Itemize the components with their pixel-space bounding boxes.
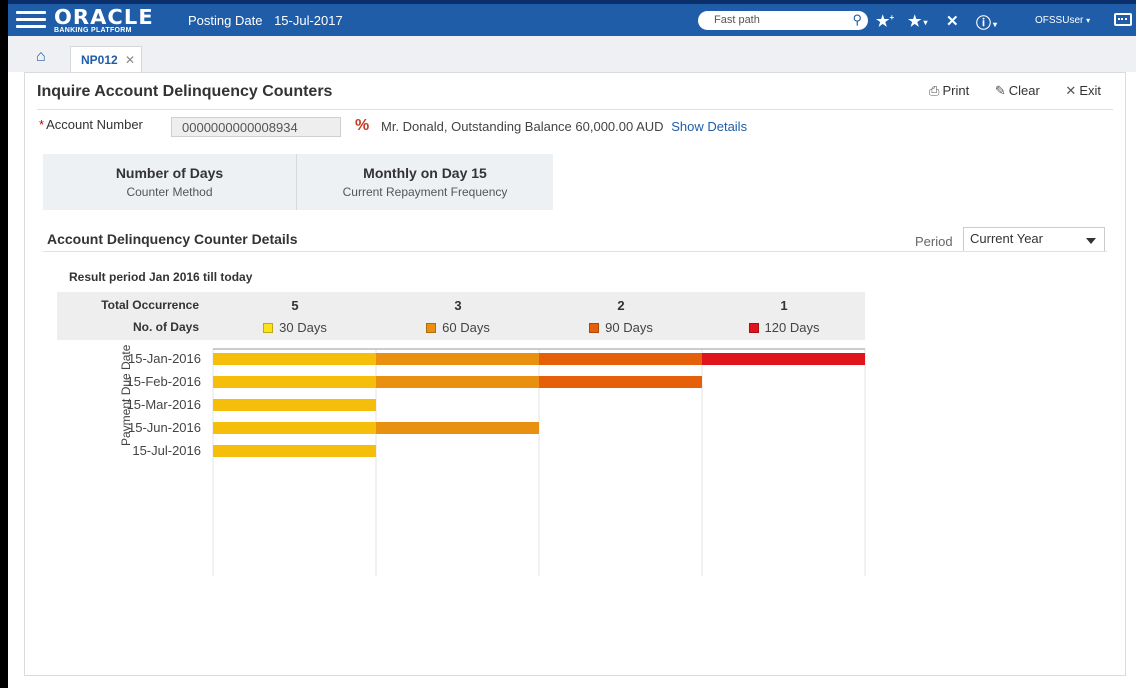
chevron-down-icon — [1086, 238, 1096, 244]
page-title: Inquire Account Delinquency Counters — [37, 83, 333, 100]
legend-label: 60 Days — [442, 320, 490, 335]
account-number-label: Account Number — [46, 117, 143, 132]
bar-segment[interactable] — [702, 353, 865, 365]
period-select[interactable]: Current Year — [963, 227, 1105, 252]
favorites-icon[interactable]: ★ ▾ — [908, 12, 927, 30]
bar-segment[interactable] — [376, 353, 539, 365]
section-divider — [43, 251, 1107, 252]
bar-segment[interactable] — [213, 422, 376, 434]
repayment-frequency-value: Monthly on Day 15 — [363, 165, 487, 181]
account-description: Mr. Donald, Outstanding Balance 60,000.0… — [381, 119, 747, 134]
bar-segment[interactable] — [213, 445, 376, 457]
y-tick-label: 15-Feb-2016 — [127, 374, 201, 389]
tab-close-icon[interactable]: ✕ — [125, 53, 135, 67]
occurrence-count-120: 1 — [780, 298, 788, 313]
chart-svg: 15-Jan-2016 15-Feb-2016 15-Mar-2016 15-Jun-… — [127, 348, 866, 576]
posting-date-label: Posting Date — [188, 13, 263, 28]
bar-segment[interactable] — [213, 399, 376, 411]
title-divider — [37, 109, 1113, 110]
eraser-icon: ✎ — [994, 83, 1006, 98]
tab-np012[interactable]: NP012 ✕ — [70, 46, 142, 72]
tab-strip: ⌂ NP012 ✕ — [8, 36, 1136, 72]
user-menu[interactable]: OFSSUser ▾ — [1035, 15, 1090, 26]
counter-method-value: Number of Days — [115, 165, 224, 181]
repayment-frequency-label: Current Repayment Frequency — [342, 185, 508, 199]
legend-label: 120 Days — [764, 320, 820, 335]
main-panel: Inquire Account Delinquency Counters ⎙ Pr… — [24, 72, 1126, 676]
counter-method-label: Counter Method — [126, 185, 213, 199]
bar-segment[interactable] — [539, 353, 702, 365]
home-icon[interactable]: ⌂ — [36, 48, 46, 66]
print-button[interactable]: ⎙ Print — [929, 83, 969, 99]
period-value: Current Year — [970, 231, 1043, 246]
legend-item-120: 120 Days — [703, 320, 865, 335]
account-summary: Mr. Donald, Outstanding Balance 60,000.0… — [381, 119, 664, 134]
occurrence-count-90: 2 — [617, 298, 625, 313]
legend-swatch — [263, 323, 274, 333]
occurrence-summary: Total Occurrence No. of Days 5 3 2 1 30 … — [57, 292, 865, 340]
clear-label: Clear — [1008, 83, 1040, 98]
y-tick-label: 15-Jul-2016 — [132, 443, 201, 458]
close-all-icon[interactable]: ✕ — [946, 12, 959, 30]
top-header: ORACLE BANKING PLATFORM Posting Date 15-… — [8, 0, 1136, 36]
window-icon[interactable] — [1114, 13, 1132, 26]
result-period: Result period Jan 2016 till today — [69, 270, 253, 284]
print-label: Print — [942, 83, 970, 98]
legend-item-90: 90 Days — [540, 320, 702, 335]
no-of-days-label: No. of Days — [132, 320, 199, 334]
info-icon[interactable]: ⓘ ▾ — [976, 12, 997, 33]
legend-item-30: 30 Days — [214, 320, 376, 335]
posting-date-value: 15-Jul-2017 — [274, 13, 343, 28]
exit-button[interactable]: ✕ Exit — [1065, 83, 1101, 99]
delinquency-chart: Payment Due Date 15-Jan-2016 15-Feb-2016 1… — [49, 341, 949, 581]
menu-icon[interactable] — [16, 11, 46, 33]
print-icon: ⎙ — [929, 83, 940, 98]
show-details-link[interactable]: Show Details — [671, 119, 747, 134]
legend-swatch — [748, 323, 759, 333]
fast-path-placeholder: Fast path — [714, 14, 760, 26]
total-occurrence-label: Total Occurrence — [101, 298, 199, 312]
exit-label: Exit — [1079, 83, 1101, 98]
logo: ORACLE BANKING PLATFORM — [54, 7, 153, 34]
window-frame — [0, 0, 8, 688]
bar-segment[interactable] — [376, 376, 539, 388]
legend-label: 90 Days — [605, 320, 653, 335]
percent-icon[interactable]: % — [355, 117, 369, 135]
required-marker: * — [39, 117, 45, 132]
account-row: * Account Number 0000000000008934 % Mr. D… — [39, 117, 747, 137]
logo-main: ORACLE — [54, 5, 154, 29]
occurrence-count-30: 5 — [291, 298, 299, 313]
legend-swatch — [589, 323, 600, 333]
account-number-field[interactable]: 0000000000008934 — [171, 117, 341, 137]
user-name: OFSSUser — [1035, 15, 1084, 26]
y-axis-title: Payment Due Date — [119, 344, 133, 446]
search-icon[interactable]: ⚲ — [852, 12, 862, 28]
bar-segment[interactable] — [213, 353, 376, 365]
bar-segment[interactable] — [213, 376, 376, 388]
posting-date: Posting Date 15-Jul-2017 — [188, 13, 343, 28]
y-tick-label: 15-Jan-2016 — [128, 351, 201, 366]
legend-label: 30 Days — [279, 320, 327, 335]
legend-swatch — [426, 323, 437, 333]
clear-button[interactable]: ✎ Clear — [995, 83, 1040, 99]
section-title: Account Delinquency Counter Details — [47, 231, 298, 247]
y-tick-label: 15-Mar-2016 — [127, 397, 201, 412]
occurrence-count-60: 3 — [454, 298, 462, 313]
legend-item-60: 60 Days — [377, 320, 539, 335]
exit-icon: ✕ — [1065, 83, 1077, 98]
fast-path-input[interactable]: Fast path ⚲ — [698, 11, 868, 30]
page-actions: ⎙ Print ✎ Clear ✕ Exit — [907, 83, 1101, 99]
counter-summary: Number of Days Counter Method Monthly on… — [43, 154, 553, 210]
bar-segment[interactable] — [376, 422, 539, 434]
period-label: Period — [915, 234, 953, 249]
bar-segment[interactable] — [539, 376, 702, 388]
y-tick-label: 15-Jun-2016 — [128, 420, 201, 435]
favorite-add-icon[interactable]: ★+ — [876, 12, 894, 30]
counter-method-cell: Number of Days Counter Method — [43, 154, 297, 210]
repayment-frequency-cell: Monthly on Day 15 Current Repayment Freq… — [298, 154, 552, 210]
tab-label: NP012 — [81, 53, 118, 67]
